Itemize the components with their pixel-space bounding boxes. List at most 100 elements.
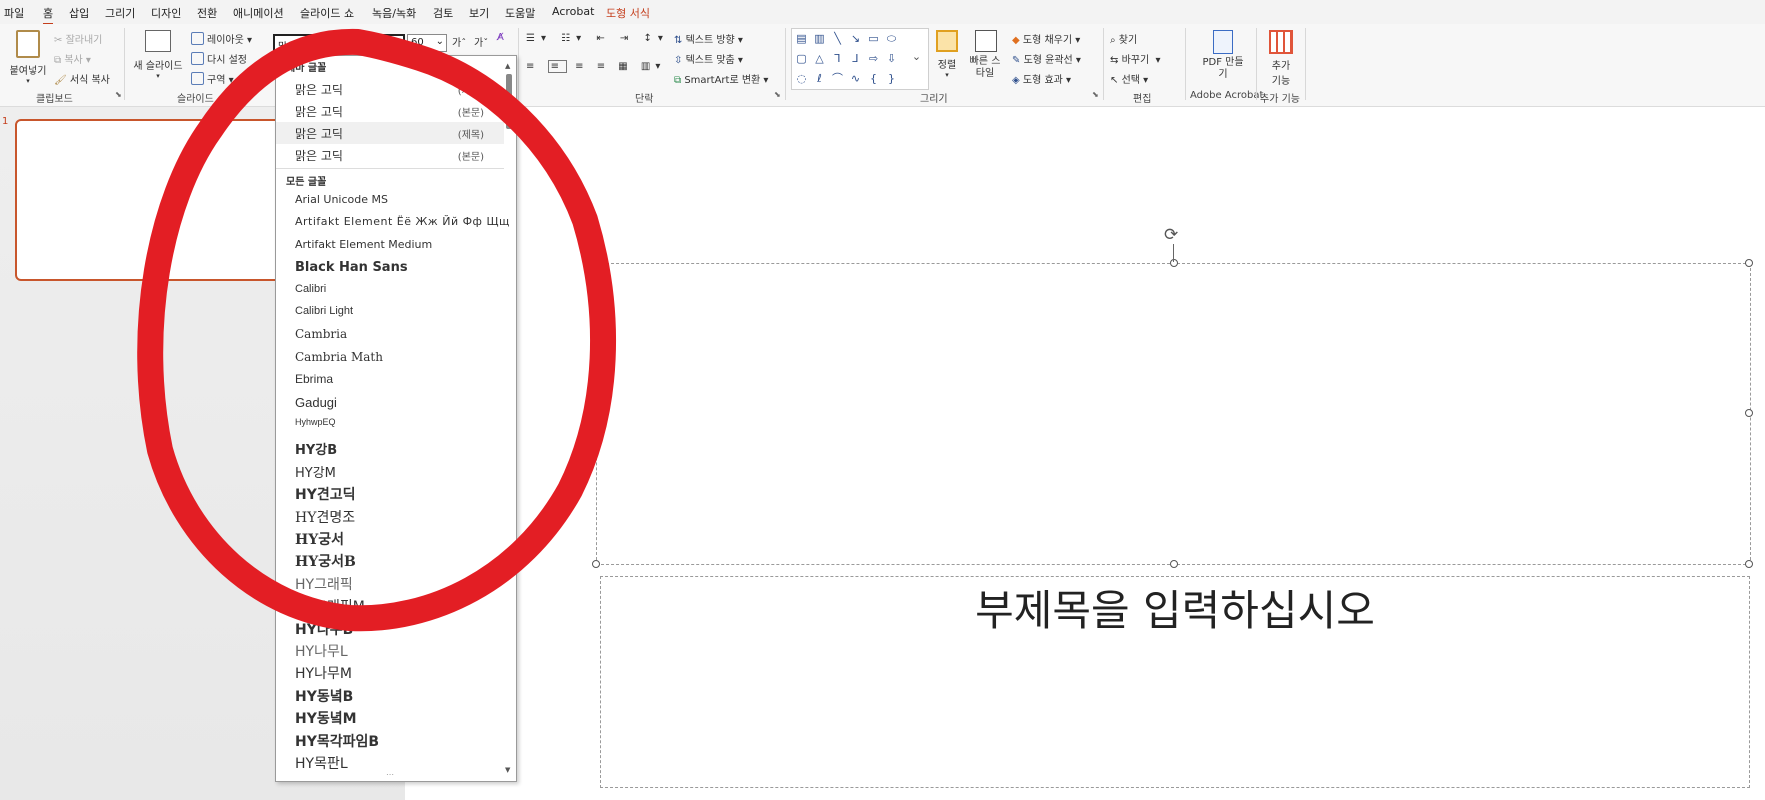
find-button[interactable]: ⌕ 찾기 [1110,31,1137,46]
font-option-theme[interactable]: 맑은 고딕 (제목) [276,122,504,144]
shape-effects-button[interactable]: ◈ 도형 효과 ▾ [1012,71,1071,86]
font-option[interactable]: HY그래픽 [276,571,504,593]
resize-handle[interactable] [592,560,600,568]
add-ins-button[interactable]: 추가 기능 [1263,30,1299,87]
shapes-gallery[interactable]: ▤ ▥ ╲ ↘ ▭ ⬭ ▢ △ ⅂ ⅃ ⇨ ⇩ ◌ ℓ ⌒ ∿ { } ⌄ [791,28,929,90]
font-option[interactable]: HY그래픽M [276,593,504,615]
line-icon[interactable]: ╲ [831,33,844,44]
font-option-theme[interactable]: 맑은 고딕 (본문) [276,100,504,122]
font-option[interactable]: Gadugi [276,392,504,414]
resize-handle[interactable] [1170,259,1178,267]
arc-icon[interactable]: ⌒ [831,73,844,84]
resize-handle[interactable] [1170,560,1178,568]
tab-slideshow[interactable]: 슬라이드 쇼 [300,5,354,21]
freeform-icon[interactable]: ◌ [795,73,808,84]
paste-button[interactable]: 붙여넣기 ▾ [6,30,50,85]
shape-outline-button[interactable]: ✎ 도형 윤곽선 ▾ [1012,51,1081,66]
rounded-rect-icon[interactable]: ▢ [795,53,808,64]
font-option[interactable]: HY견명조 [276,504,504,526]
cut-button[interactable]: ✂ 잘라내기 [54,31,102,46]
font-option[interactable]: HY동녘B [276,683,504,705]
font-option[interactable]: HY목판L [276,750,504,772]
font-option[interactable]: HY목각파임B [276,728,504,750]
font-size-combobox[interactable]: 60 ⌄ [407,34,447,52]
connector-icon[interactable]: ⅂ [831,53,844,64]
tab-view[interactable]: 보기 [469,5,489,21]
font-option-theme[interactable]: 맑은 고딕 (제목) [276,78,504,100]
font-option[interactable]: HY강B [276,436,504,458]
resize-handle[interactable] [592,409,600,417]
tab-animations[interactable]: 애니메이션 [233,5,284,21]
font-name-combobox[interactable]: 맑은 고딕 ⌄ [273,34,405,53]
dialog-launcher-icon[interactable]: ⬊ [774,90,781,99]
resize-handle[interactable] [1745,259,1753,267]
oval-icon[interactable]: ⬭ [885,33,898,44]
font-option-theme[interactable]: 맑은 고딕 (본문) [276,144,504,166]
textbox-vertical-icon[interactable]: ▥ [813,33,826,44]
rectangle-icon[interactable]: ▭ [867,33,880,44]
tab-design[interactable]: 디자인 [151,5,181,21]
font-option[interactable]: Black Han Sans [276,257,504,279]
replace-button[interactable]: ⇆ 바꾸기 ▾ [1110,51,1161,66]
clear-formatting-icon[interactable]: A̸ [497,32,504,43]
font-option[interactable]: HY궁서B [276,548,504,570]
font-option[interactable]: HY궁서 [276,526,504,548]
select-button[interactable]: ↖ 선택 ▾ [1110,71,1148,86]
scroll-up-icon[interactable]: ▲ [505,62,510,70]
arrow-line-icon[interactable]: ↘ [849,33,862,44]
resize-handle[interactable] [1745,560,1753,568]
curve-icon[interactable]: ∿ [849,73,862,84]
alignment-buttons[interactable]: ≡ ≡ ≡ ≡ ▦ ▥▾ [526,60,665,73]
tab-insert[interactable]: 삽입 [69,5,89,21]
reset-button[interactable]: 다시 설정 [191,51,247,66]
smartart-button[interactable]: ⧉ SmartArt로 변환 ▾ [674,71,768,86]
font-option[interactable]: Calibri Light [276,302,504,324]
dialog-launcher-icon[interactable]: ⬊ [115,90,122,99]
tab-draw[interactable]: 그리기 [105,5,135,21]
dialog-launcher-icon[interactable]: ⬊ [1092,90,1099,99]
font-option[interactable]: HY견고딕 [276,481,504,503]
scroll-down-icon[interactable]: ▼ [505,766,510,774]
tab-help[interactable]: 도움말 [505,5,535,21]
textbox-icon[interactable]: ▤ [795,33,808,44]
font-option[interactable]: HyhwpEQ [276,414,504,436]
grow-font-button[interactable]: 가ˆ [452,34,466,49]
font-option[interactable]: Cambria [276,324,504,346]
slide-thumbnail[interactable] [15,119,283,281]
right-arrow-icon[interactable]: ⇨ [867,53,880,64]
tab-record[interactable]: 녹음/녹화 [372,5,416,21]
scrollbar-thumb[interactable] [506,74,512,129]
font-option[interactable]: HY동녘M [276,705,504,727]
shape-fill-button[interactable]: ◆ 도형 채우기 ▾ [1012,31,1080,46]
resize-handle[interactable] [1745,409,1753,417]
layout-button[interactable]: 레이아웃 ▾ [191,31,252,46]
down-arrow-icon[interactable]: ⇩ [885,53,898,64]
font-option[interactable]: Artifakt Element Medium [276,235,504,257]
brace-right-icon[interactable]: } [885,73,898,84]
title-placeholder[interactable] [596,263,1751,565]
section-button[interactable]: 구역 ▾ [191,71,234,86]
create-pdf-button[interactable]: PDF 만들기 [1198,30,1248,81]
font-option[interactable]: HY강M [276,459,504,481]
subtitle-placeholder[interactable]: 부제목을 입력하십시오 [600,576,1750,788]
new-slide-button[interactable]: 새 슬라이드 ▾ [130,30,186,80]
scrollbar[interactable]: ▲ ▼ [505,62,514,774]
format-painter-button[interactable]: 🖌 서식 복사 [54,71,110,86]
text-direction-button[interactable]: ⇅ 텍스트 방향 ▾ [674,31,743,46]
font-option[interactable]: Cambria Math [276,347,504,369]
font-option[interactable]: HY나무M [276,660,504,682]
font-option[interactable]: Arial Unicode MS [276,190,504,212]
font-option[interactable]: HY나무L [276,638,504,660]
arrange-button[interactable]: 정렬 ▾ [932,30,962,79]
font-option[interactable]: HY나무B [276,616,504,638]
tab-review[interactable]: 검토 [433,5,453,21]
shrink-font-button[interactable]: 가ˇ [474,34,488,49]
gallery-more-icon[interactable]: ⌄ [910,51,923,62]
tab-file[interactable]: 파일 [4,5,24,21]
resize-handle[interactable] [592,259,600,267]
scribble-icon[interactable]: ℓ [813,73,826,84]
rotate-handle-icon[interactable]: ⟳ [1164,225,1178,245]
font-option[interactable]: Calibri [276,280,504,302]
quick-styles-button[interactable]: 빠른 스타일 [966,30,1006,80]
font-option[interactable]: Ebrima [276,369,504,391]
